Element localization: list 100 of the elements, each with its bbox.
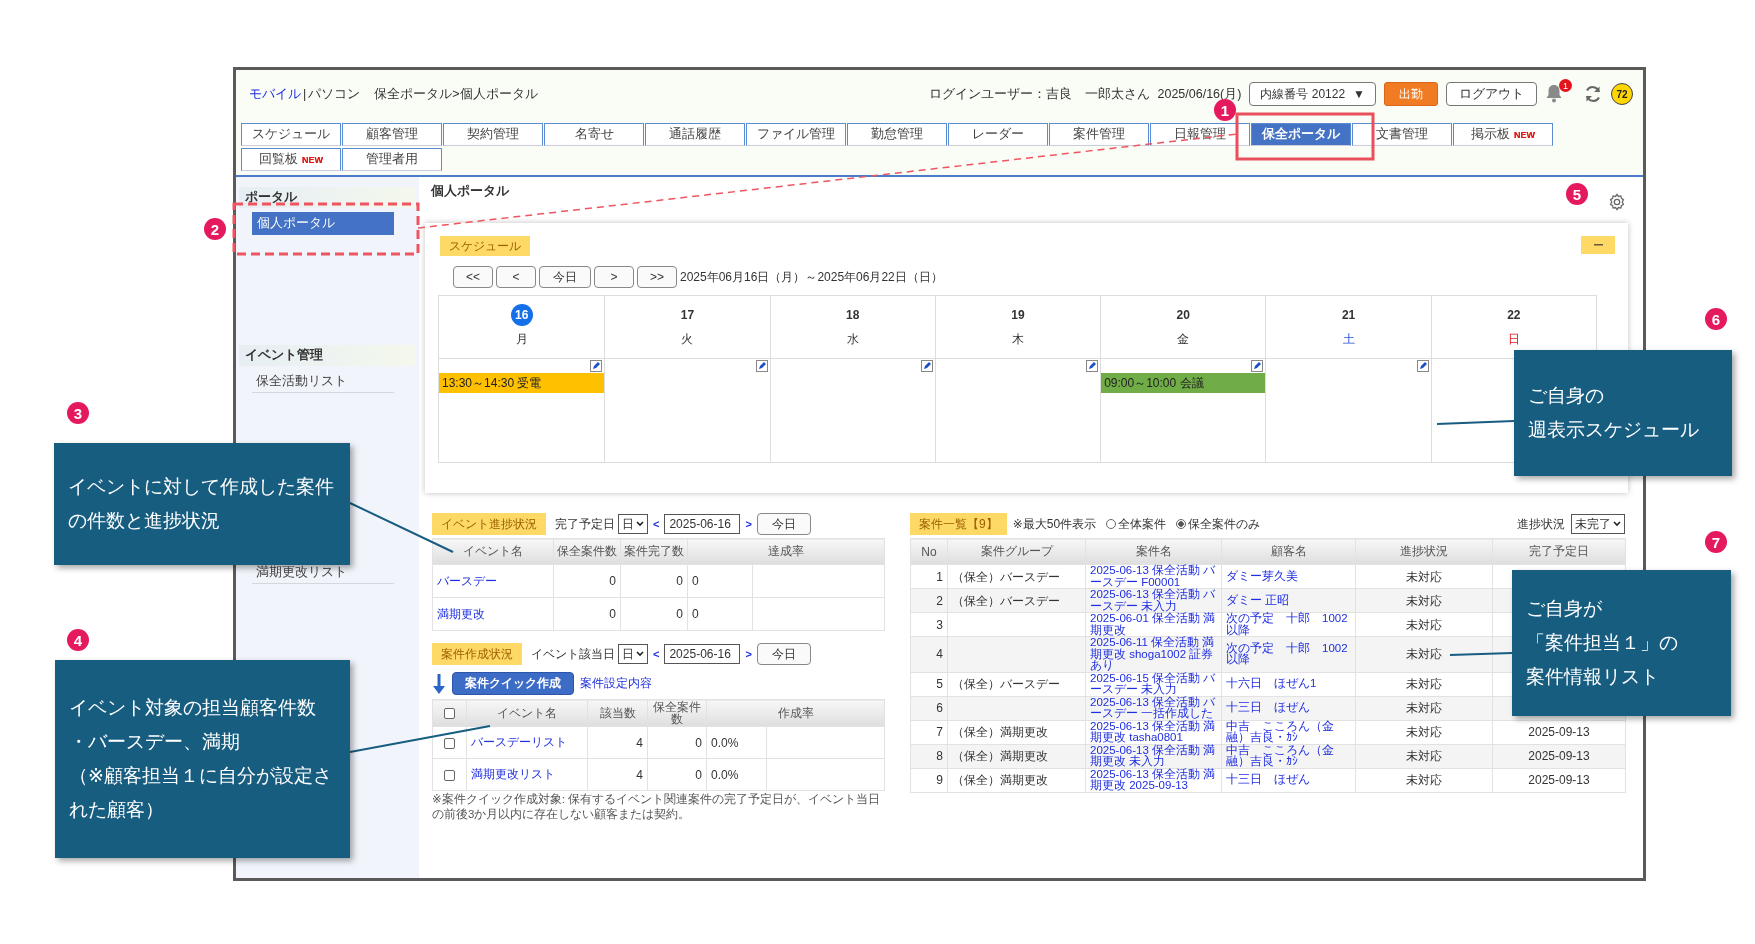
table-cell: 未対応	[1355, 768, 1493, 792]
table-cell: 未対応	[1355, 564, 1493, 589]
table-cell: 4	[910, 636, 948, 672]
settings-icon[interactable]	[1608, 193, 1626, 211]
today-button[interactable]: 今日	[756, 513, 811, 535]
checkbox[interactable]	[444, 737, 455, 749]
weekday-label: 日	[1507, 331, 1520, 348]
step-marker: 4	[67, 629, 89, 651]
column-header: 案件完了数	[620, 538, 688, 565]
nav-tab[interactable]: 通話履歴	[645, 123, 745, 146]
column-header: 保全案件数	[553, 538, 621, 565]
callout-text: ご自身の	[1528, 384, 1605, 408]
edit-icon[interactable]	[590, 360, 603, 372]
column-header: 顧客名	[1221, 538, 1356, 565]
extension-select[interactable]: 内線番号 20122 ▼	[1249, 82, 1376, 106]
callout-text: （※顧客担当１に自分が設定された顧客）	[69, 764, 333, 822]
limit-note: ※最大50件表示	[1012, 515, 1097, 533]
nav-button[interactable]: <<	[453, 266, 493, 288]
nav-tab[interactable]: 管理者用	[342, 148, 442, 171]
checkbox[interactable]	[444, 708, 455, 720]
nav-tab[interactable]: 文書管理	[1352, 123, 1452, 146]
collapse-button[interactable]: ー	[1581, 236, 1615, 254]
day-number: 18	[846, 307, 860, 324]
checkbox[interactable]	[444, 769, 455, 781]
edit-icon[interactable]	[1086, 360, 1099, 372]
table-cell: 未対応	[1355, 744, 1493, 768]
nav-button[interactable]: >	[594, 266, 634, 288]
chevron-icon	[636, 521, 644, 527]
step-marker: 7	[1705, 531, 1727, 553]
nav-tab[interactable]: 保全ポータル	[1251, 123, 1351, 146]
quick-create-button[interactable]: 案件クイック作成	[452, 672, 574, 695]
column-header: No	[910, 538, 948, 565]
date-field[interactable]: 2025-06-16	[664, 644, 741, 664]
callout-text: イベント対象の担当顧客件数	[69, 696, 317, 720]
table-cell: 0	[647, 726, 707, 759]
date-range: 2025年06月16日（月）～2025年06月22日（日）	[680, 268, 943, 286]
table-cell: （保全）バースデー	[952, 677, 1060, 691]
refresh-icon[interactable]	[1583, 84, 1603, 104]
unit-select[interactable]: 日	[618, 644, 648, 664]
nav-button[interactable]: <	[496, 266, 536, 288]
event-link[interactable]: 満期更改	[437, 606, 485, 621]
nav-tab[interactable]: 回覧板 NEW	[241, 148, 341, 171]
edit-icon[interactable]	[920, 360, 933, 372]
sidebar-item[interactable]: 個人ポータル	[252, 212, 394, 235]
edit-icon[interactable]	[1251, 360, 1264, 372]
settings-link[interactable]: 案件設定内容	[580, 675, 652, 692]
prev-link[interactable]: <	[651, 518, 662, 530]
sidebar-heading: イベント管理	[239, 345, 416, 366]
callout-text: 案件情報リスト	[1526, 665, 1660, 689]
weekday-label: 木	[1012, 331, 1024, 348]
day-number: 21	[1341, 307, 1356, 324]
nav-tab[interactable]: 名寄せ	[544, 123, 644, 146]
radio-label[interactable]: 全体案件	[1118, 515, 1167, 533]
nav-tab[interactable]: ファイル管理	[746, 123, 846, 146]
nav-tab[interactable]: 掲示板 NEW	[1453, 123, 1553, 146]
nav-tab[interactable]: 勤怠管理	[847, 123, 947, 146]
weekday-label: 月	[515, 331, 528, 348]
nav-button[interactable]: >>	[637, 266, 677, 288]
nav-tab[interactable]: 契約管理	[443, 123, 543, 146]
nav-tab[interactable]: 顧客管理	[342, 123, 442, 146]
table-cell: （保全）満期更改	[952, 725, 1048, 739]
status-select[interactable]: 未完了	[1571, 514, 1625, 534]
logout-button[interactable]: ログアウト	[1446, 82, 1537, 106]
nav-tab[interactable]: 案件管理	[1049, 123, 1149, 146]
schedule-event[interactable]: 13:30～14:30 受電	[439, 373, 605, 393]
table-cell: 2025-09-13	[1528, 773, 1590, 787]
radio-label[interactable]: 保全案件のみ	[1188, 515, 1261, 533]
table-cell: 7	[910, 720, 948, 744]
nav-tab[interactable]: スケジュール	[241, 123, 341, 146]
table-cell: （保全）バースデー	[952, 593, 1060, 608]
sidebar-item[interactable]: 保全活動リスト	[252, 370, 394, 393]
nav-tab[interactable]: レーダー	[948, 123, 1048, 146]
callout-text: ・バースデー、満期	[69, 730, 241, 754]
edit-icon[interactable]	[1416, 360, 1429, 372]
table-cell: 未対応	[1355, 672, 1493, 696]
column-header: 達成率	[687, 538, 885, 565]
mobile-link[interactable]: モバイル	[249, 85, 301, 103]
breadcrumb: 保全ポータル>個人ポータル	[374, 85, 538, 103]
next-link[interactable]: >	[743, 648, 754, 660]
column-header: 進捗状況	[1355, 538, 1493, 565]
next-link[interactable]: >	[743, 518, 754, 530]
table-cell: 6	[910, 696, 948, 720]
edit-icon[interactable]	[755, 360, 768, 372]
weekday-label: 土	[1342, 331, 1355, 348]
radio-button[interactable]	[1176, 519, 1187, 529]
radio-button[interactable]	[1106, 519, 1117, 529]
table-cell: 0	[553, 597, 621, 631]
today-button[interactable]: 今日	[756, 643, 811, 665]
day-number: 20	[1176, 307, 1190, 324]
prev-link[interactable]: <	[651, 648, 662, 660]
table-cell: 2025-09-13	[1528, 725, 1590, 739]
table-cell: 3	[910, 612, 948, 637]
nav-button[interactable]: 今日	[539, 266, 591, 288]
date-field[interactable]: 2025-06-16	[664, 514, 741, 534]
bell-icon[interactable]	[1545, 83, 1563, 103]
unit-select[interactable]: 日	[618, 514, 648, 534]
column-header: 案件名	[1085, 538, 1222, 565]
down-arrow-icon	[432, 673, 446, 694]
table-cell: 0	[620, 597, 688, 631]
schedule-event[interactable]: 09:00～10:00 会議	[1101, 373, 1266, 393]
